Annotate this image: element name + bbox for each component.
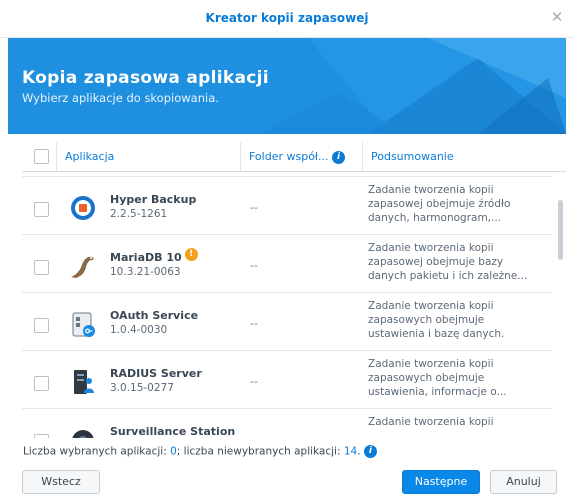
table-row[interactable]: RADIUS Server 3.0.15-0277 -- Zadanie two… xyxy=(22,351,552,409)
wizard-banner: Kopia zapasowa aplikacji Wybierz aplikac… xyxy=(8,38,566,134)
selected-count-label: Liczba wybranych aplikacji: xyxy=(23,445,167,458)
surveillance-station-icon xyxy=(72,430,94,438)
banner-title: Kopia zapasowa aplikacji xyxy=(22,68,269,88)
table-row[interactable]: MariaDB 10! 10.3.21-0063 -- Zadanie twor… xyxy=(22,235,552,293)
next-button[interactable]: Następne xyxy=(402,470,480,494)
summary-text: Zadanie tworzenia kopii zapasowych obejm… xyxy=(368,300,505,340)
unselected-count: 14 xyxy=(343,445,358,458)
app-version: 3.0.15-0277 xyxy=(110,382,174,394)
row-checkbox[interactable] xyxy=(34,434,49,438)
close-icon[interactable]: ✕ xyxy=(549,9,565,25)
column-header-summary[interactable]: Podsumowanie xyxy=(362,142,552,172)
applications-table: Aplikacja Folder współ... i Podsumowanie… xyxy=(22,142,566,438)
column-header-label: Podsumowanie xyxy=(371,150,454,163)
row-checkbox[interactable] xyxy=(34,202,49,217)
shared-folder-value: -- xyxy=(250,317,258,330)
cancel-button[interactable]: Anuluj xyxy=(490,470,557,494)
table-header: Aplikacja Folder współ... i Podsumowanie xyxy=(22,142,566,172)
summary-text: Zadanie tworzenia kopii zapasowych obejm… xyxy=(368,358,507,398)
mariadb-seal-icon xyxy=(71,256,94,278)
column-header-folder[interactable]: Folder współ... i xyxy=(240,142,360,172)
column-header-label: Aplikacja xyxy=(65,150,115,163)
table-row[interactable]: Surveillance Station Zadanie tworzenia k… xyxy=(22,409,552,438)
app-name: MariaDB 10! xyxy=(110,248,198,264)
app-name: RADIUS Server xyxy=(110,367,202,380)
row-checkbox[interactable] xyxy=(34,260,49,275)
app-version: 1.0.4-0030 xyxy=(110,324,168,336)
oauth-service-icon xyxy=(72,312,95,337)
summary-text: Zadanie tworzenia kopii zapasowej obejmu… xyxy=(368,242,528,282)
hyper-backup-icon xyxy=(71,196,95,220)
column-header-application[interactable]: Aplikacja xyxy=(56,142,246,172)
app-name-label: MariaDB 10 xyxy=(110,251,182,264)
row-checkbox[interactable] xyxy=(34,318,49,333)
app-version: 2.2.5-1261 xyxy=(110,208,168,220)
shared-folder-value: -- xyxy=(250,259,258,272)
summary-text: Zadanie tworzenia kopii xyxy=(368,416,494,428)
app-name: Hyper Backup xyxy=(110,193,197,206)
back-button[interactable]: Wstecz xyxy=(22,470,100,494)
table-row[interactable]: Hyper Backup 2.2.5-1261 -- Zadanie tworz… xyxy=(22,177,552,235)
banner-subtitle: Wybierz aplikacje do skopiowania. xyxy=(22,91,219,105)
app-name: Surveillance Station xyxy=(110,425,236,438)
shared-folder-value: -- xyxy=(250,201,258,214)
title-bar: Kreator kopii zapasowej ✕ xyxy=(0,0,574,38)
table-row[interactable]: OAuth Service 1.0.4-0030 -- Zadanie twor… xyxy=(22,293,552,351)
radius-server-icon xyxy=(74,370,94,394)
info-icon[interactable]: i xyxy=(332,150,346,164)
window-title: Kreator kopii zapasowej xyxy=(205,11,369,25)
selected-count: 0 xyxy=(170,445,177,458)
backup-wizard-window: Kreator kopii zapasowej ✕ Kopia zapasowa… xyxy=(0,0,574,494)
shared-folder-value: -- xyxy=(250,375,258,388)
summary-text: Zadanie tworzenia kopii zapasowej obejmu… xyxy=(368,184,511,224)
selection-summary: Liczba wybranych aplikacji: 0; liczba ni… xyxy=(23,445,377,458)
select-all-checkbox[interactable] xyxy=(34,149,49,164)
column-header-label: Folder współ... xyxy=(249,150,329,163)
summary-suffix: . xyxy=(357,445,361,458)
warning-icon[interactable]: ! xyxy=(184,248,198,261)
scrollbar-thumb[interactable] xyxy=(558,200,563,260)
app-name: OAuth Service xyxy=(110,309,199,322)
app-version: 10.3.21-0063 xyxy=(110,266,181,278)
table-body: Hyper Backup 2.2.5-1261 -- Zadanie tworz… xyxy=(22,173,552,438)
unselected-count-label: ; liczba niewybranych aplikacji: xyxy=(176,445,341,458)
row-checkbox[interactable] xyxy=(34,376,49,391)
info-icon[interactable]: i xyxy=(363,445,377,458)
